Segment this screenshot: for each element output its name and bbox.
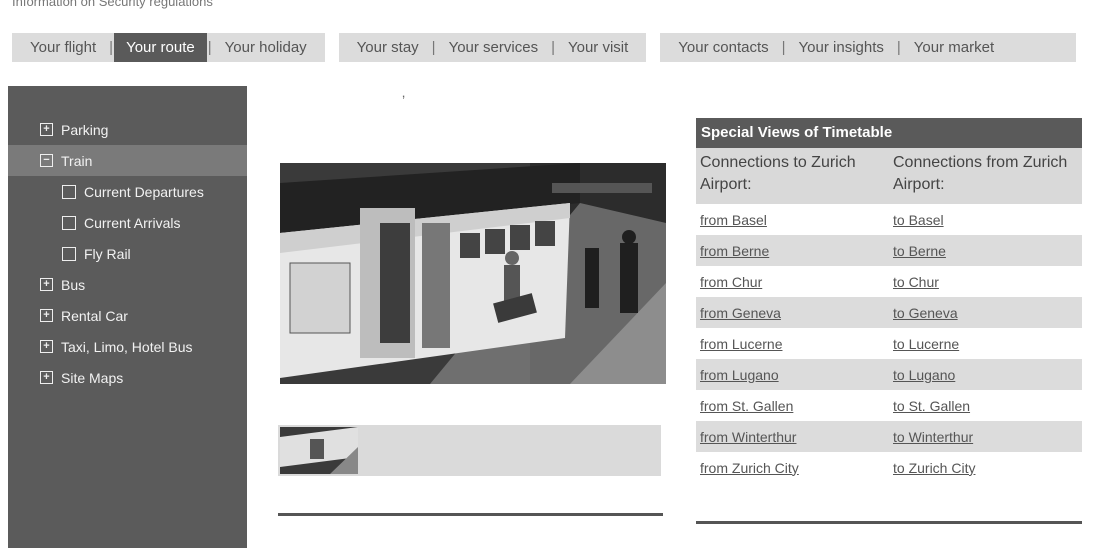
from-berne-link[interactable]: from Berne xyxy=(696,243,889,259)
nav-your-flight[interactable]: Your flight xyxy=(18,33,108,62)
nav-your-contacts[interactable]: Your contacts xyxy=(666,33,780,62)
timetable-panel: Special Views of Timetable Connections t… xyxy=(696,118,1082,483)
from-chur-link[interactable]: from Chur xyxy=(696,274,889,290)
column-header-to: Connections to Zurich Airport: xyxy=(700,154,856,193)
table-row: from Zurich City to Zurich City xyxy=(696,452,1082,483)
nav-your-services[interactable]: Your services xyxy=(437,33,551,62)
sidebar-item-label: Rental Car xyxy=(61,307,128,324)
from-st-gallen-link[interactable]: from St. Gallen xyxy=(696,398,889,414)
sidebar-item-parking[interactable]: + Parking xyxy=(8,114,247,145)
sidebar-item-taxi-limo-hotel-bus[interactable]: + Taxi, Limo, Hotel Bus xyxy=(8,331,247,362)
plus-box-icon: + xyxy=(40,309,53,322)
sidebar-item-train[interactable]: − Train xyxy=(8,145,247,176)
nav-gap xyxy=(646,33,661,62)
sidebar-item-label: Taxi, Limo, Hotel Bus xyxy=(61,338,193,355)
plus-box-icon: + xyxy=(40,340,53,353)
sidebar-item-current-arrivals[interactable]: Current Arrivals xyxy=(8,207,247,238)
nav-your-visit[interactable]: Your visit xyxy=(556,33,640,62)
from-basel-link[interactable]: from Basel xyxy=(696,212,889,228)
nav-group-1: Your flight | Your route | Your holiday xyxy=(12,33,325,62)
plus-box-icon: + xyxy=(40,123,53,136)
timetable-rows: from Basel to Basel from Berne to Berne … xyxy=(696,204,1082,483)
to-lugano-link[interactable]: to Lugano xyxy=(889,367,1082,383)
top-navigation: Your flight | Your route | Your holiday … xyxy=(12,33,1076,62)
sidebar-item-site-maps[interactable]: + Site Maps xyxy=(8,362,247,393)
table-row: from Berne to Berne xyxy=(696,235,1082,266)
train-photo xyxy=(280,163,666,384)
nav-your-insights[interactable]: Your insights xyxy=(787,33,896,62)
plus-box-icon: + xyxy=(40,371,53,384)
from-lucerne-link[interactable]: from Lucerne xyxy=(696,336,889,352)
table-row: from Lugano to Lugano xyxy=(696,359,1082,390)
sidebar: + Parking − Train Current Departures Cur… xyxy=(8,86,247,548)
to-berne-link[interactable]: to Berne xyxy=(889,243,1082,259)
subtitle-fragment: ‚ xyxy=(402,84,406,100)
nav-group-3: Your contacts | Your insights | Your mar… xyxy=(660,33,1013,62)
train-thumbnail[interactable] xyxy=(280,427,358,474)
to-geneva-link[interactable]: to Geneva xyxy=(889,305,1082,321)
security-regulations-link[interactable]: Information on Security regulations xyxy=(12,0,213,9)
from-winterthur-link[interactable]: from Winterthur xyxy=(696,429,889,445)
nav-your-holiday[interactable]: Your holiday xyxy=(213,33,319,62)
table-row: from Winterthur to Winterthur xyxy=(696,421,1082,452)
to-basel-link[interactable]: to Basel xyxy=(889,212,1082,228)
nav-your-market[interactable]: Your market xyxy=(902,33,1006,62)
sidebar-item-current-departures[interactable]: Current Departures xyxy=(8,176,247,207)
to-zurich-city-link[interactable]: to Zurich City xyxy=(889,460,1082,476)
sidebar-item-bus[interactable]: + Bus xyxy=(8,269,247,300)
sidebar-item-label: Train xyxy=(61,152,93,169)
sidebar-item-label: Current Departures xyxy=(84,183,204,200)
timetable-title: Special Views of Timetable xyxy=(696,118,1082,148)
sidebar-item-rental-car[interactable]: + Rental Car xyxy=(8,300,247,331)
empty-box-icon xyxy=(62,246,76,261)
nav-your-route[interactable]: Your route xyxy=(114,33,207,62)
sidebar-item-fly-rail[interactable]: Fly Rail xyxy=(8,238,247,269)
sidebar-list: + Parking − Train Current Departures Cur… xyxy=(8,114,247,393)
thumbnail-bar xyxy=(278,425,661,476)
table-row: from St. Gallen to St. Gallen xyxy=(696,390,1082,421)
from-lugano-link[interactable]: from Lugano xyxy=(696,367,889,383)
table-row: from Geneva to Geneva xyxy=(696,297,1082,328)
table-row: from Chur to Chur xyxy=(696,266,1082,297)
from-zurich-city-link[interactable]: from Zurich City xyxy=(696,460,889,476)
train-platform-image xyxy=(280,163,666,384)
to-winterthur-link[interactable]: to Winterthur xyxy=(889,429,1082,445)
sidebar-item-label: Bus xyxy=(61,276,86,293)
minus-box-icon: − xyxy=(40,154,53,167)
nav-group-2: Your stay | Your services | Your visit xyxy=(338,33,647,62)
table-row: from Basel to Basel xyxy=(696,204,1082,235)
train-thumbnail-image xyxy=(280,427,358,474)
timetable-header: Connections to Zurich Airport: Connectio… xyxy=(696,148,1082,204)
nav-fill xyxy=(1012,33,1076,62)
column-header-from: Connections from Zurich Airport: xyxy=(893,154,1068,193)
sidebar-item-label: Parking xyxy=(61,121,109,138)
sidebar-item-label: Current Arrivals xyxy=(84,214,181,231)
nav-your-stay[interactable]: Your stay xyxy=(345,33,431,62)
plus-box-icon: + xyxy=(40,278,53,291)
to-chur-link[interactable]: to Chur xyxy=(889,274,1082,290)
sidebar-item-label: Fly Rail xyxy=(84,245,131,262)
to-lucerne-link[interactable]: to Lucerne xyxy=(889,336,1082,352)
empty-box-icon xyxy=(62,215,76,230)
sidebar-item-label: Site Maps xyxy=(61,369,124,386)
nav-gap xyxy=(324,33,339,62)
divider xyxy=(696,521,1082,524)
empty-box-icon xyxy=(62,184,76,199)
to-st-gallen-link[interactable]: to St. Gallen xyxy=(889,398,1082,414)
table-row: from Lucerne to Lucerne xyxy=(696,328,1082,359)
from-geneva-link[interactable]: from Geneva xyxy=(696,305,889,321)
divider xyxy=(278,513,663,516)
